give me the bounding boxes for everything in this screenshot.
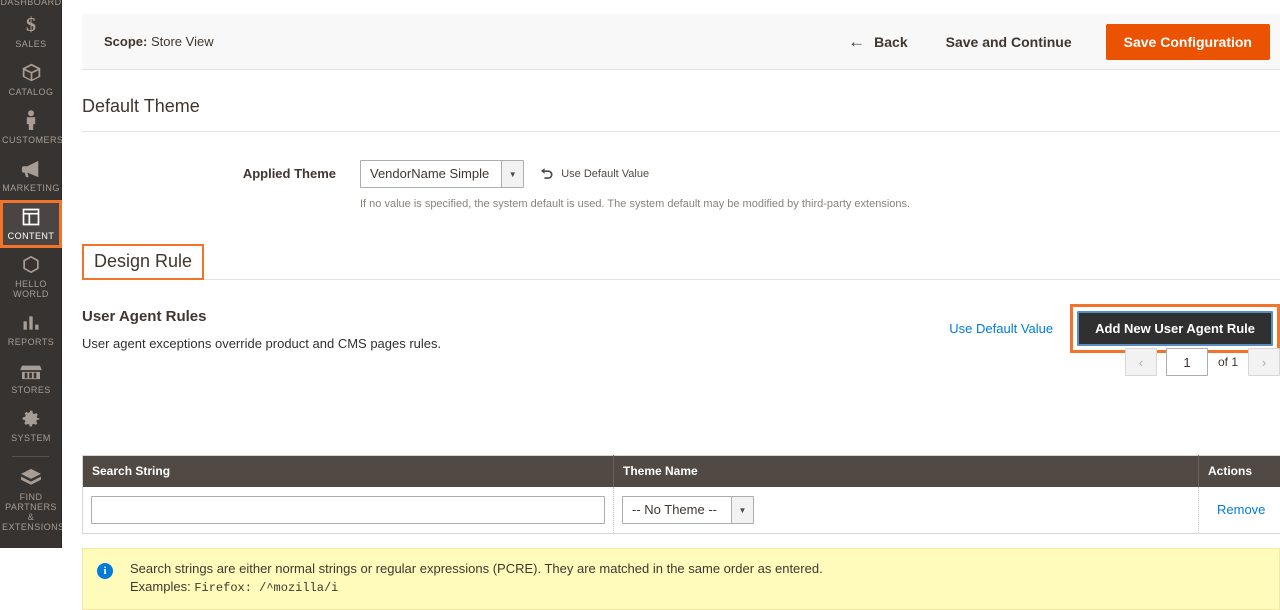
search-string-input[interactable] (91, 496, 605, 524)
next-page-button[interactable]: › (1248, 348, 1280, 376)
sidebar-item-catalog[interactable]: CATALOG (0, 56, 62, 104)
sidebar-item-label: SYSTEM (2, 433, 60, 443)
sidebar-item-label: STORES (2, 385, 60, 395)
notice-line-2: Examples: Firefox: /^mozilla/i (130, 579, 823, 596)
table-header-row: Search String Theme Name Actions (83, 456, 1280, 488)
theme-name-select-value: -- No Theme -- (623, 497, 731, 523)
package-icon (2, 467, 60, 489)
sidebar-item-dashboard[interactable]: DASHBOARD (0, 0, 62, 8)
sidebar-item-content[interactable]: CONTENT (0, 200, 62, 248)
previous-page-button[interactable]: ‹ (1125, 348, 1157, 376)
sidebar-item-stores[interactable]: STORES (0, 354, 62, 402)
applied-theme-label: Applied Theme (82, 160, 360, 188)
sidebar-item-label: DASHBOARD (0, 0, 62, 7)
sidebar-item-label: MARKETING (2, 183, 60, 193)
sidebar-item-customers[interactable]: CUSTOMERS (0, 104, 62, 152)
remove-rule-link[interactable]: Remove (1207, 502, 1265, 517)
main-content: Scope: Store View ← Back Save and Contin… (62, 0, 1280, 548)
sidebar-item-label: HELLO WORLD (2, 279, 60, 299)
info-icon: i (97, 563, 113, 579)
applied-theme-select[interactable]: VendorName Simple ▼ (360, 160, 524, 188)
layout-icon (2, 206, 60, 228)
cell-search-string (83, 487, 614, 534)
sidebar-item-find-partners-extensions[interactable]: FIND PARTNERS & EXTENSIONS (0, 461, 62, 539)
theme-name-select[interactable]: -- No Theme -- ▼ (622, 496, 754, 524)
design-rule-section-title[interactable]: Design Rule (82, 244, 204, 280)
back-button[interactable]: ← Back (832, 25, 923, 58)
page-actions-buttons: ← Back Save and Continue Save Configurat… (832, 24, 1270, 60)
svg-text:$: $ (26, 14, 36, 35)
design-rule-header: Design Rule (82, 244, 1280, 280)
admin-sidebar: DASHBOARD $ SALES CATALOG CUSTOMERS MARK… (0, 0, 62, 548)
column-header-actions: Actions (1199, 456, 1280, 488)
hexagon-icon (2, 254, 60, 276)
search-string-notice: i Search strings are either normal strin… (82, 548, 1280, 610)
chevron-down-icon: ▼ (731, 497, 753, 523)
use-default-value-toggle[interactable]: Use Default Value (540, 160, 649, 188)
sidebar-item-system[interactable]: SYSTEM (0, 402, 62, 450)
user-agent-rules-actions: Use Default Value Add New User Agent Rul… (949, 304, 1280, 353)
notice-examples-label: Examples: (130, 579, 191, 594)
user-agent-rules-table: Search String Theme Name Actions -- No T… (82, 455, 1280, 534)
undo-arrow-icon (540, 167, 554, 182)
add-new-user-agent-rule-button[interactable]: Add New User Agent Rule (1077, 311, 1273, 346)
sidebar-item-marketing[interactable]: MARKETING (0, 152, 62, 200)
person-icon (2, 110, 60, 132)
sidebar-item-sales[interactable]: $ SALES (0, 8, 62, 56)
default-theme-section-title: Default Theme (82, 86, 1280, 132)
table-body: -- No Theme -- ▼ Remove (83, 487, 1280, 534)
applied-theme-control: VendorName Simple ▼ Use Default Value If… (360, 160, 910, 210)
chevron-down-icon: ▼ (501, 161, 523, 187)
scope-label: Scope: (104, 34, 147, 49)
page-total-label: of 1 (1218, 355, 1238, 369)
sidebar-item-label: CUSTOMERS (2, 135, 60, 145)
applied-theme-field-row: Applied Theme VendorName Simple ▼ Use De… (82, 132, 1280, 210)
notice-body: Search strings are either normal strings… (130, 561, 823, 596)
sidebar-item-label: REPORTS (2, 337, 60, 347)
scope-indicator: Scope: Store View (104, 34, 214, 49)
back-button-label: Back (874, 34, 907, 50)
sidebar-item-label: SALES (2, 39, 60, 49)
save-and-continue-button[interactable]: Save and Continue (924, 26, 1094, 58)
page-number-input[interactable] (1166, 348, 1208, 376)
arrow-left-icon: ← (848, 33, 865, 50)
cell-actions: Remove (1199, 487, 1280, 534)
box-icon (2, 62, 60, 84)
column-header-theme-name: Theme Name (614, 456, 1199, 488)
dollar-icon: $ (2, 14, 60, 36)
sidebar-item-label: FIND PARTNERS & EXTENSIONS (2, 492, 60, 532)
save-configuration-button[interactable]: Save Configuration (1106, 24, 1270, 60)
page-actions-bar: Scope: Store View ← Back Save and Contin… (82, 14, 1280, 70)
column-header-search-string: Search String (83, 456, 614, 488)
notice-example-code: Firefox: /^mozilla/i (194, 581, 338, 595)
pagination-controls: ‹ of 1 › (1125, 348, 1280, 376)
bar-chart-icon (2, 312, 60, 334)
gear-icon (2, 408, 60, 430)
sidebar-item-hello-world[interactable]: HELLO WORLD (0, 248, 62, 306)
sidebar-item-label: CATALOG (2, 87, 60, 97)
add-rule-highlight-box: Add New User Agent Rule (1070, 304, 1280, 353)
applied-theme-select-value: VendorName Simple (361, 161, 501, 187)
storefront-icon (2, 360, 60, 382)
notice-line-1: Search strings are either normal strings… (130, 561, 823, 577)
table-header: Search String Theme Name Actions (83, 456, 1280, 488)
user-agent-rules-block: User Agent Rules User agent exceptions o… (82, 280, 1280, 610)
configuration-sections: Default Theme Applied Theme VendorName S… (82, 86, 1280, 610)
sidebar-divider (12, 456, 49, 457)
cell-theme-name: -- No Theme -- ▼ (614, 487, 1199, 534)
use-default-value-label: Use Default Value (561, 168, 649, 180)
sidebar-item-reports[interactable]: REPORTS (0, 306, 62, 354)
megaphone-icon (2, 158, 60, 180)
table-row: -- No Theme -- ▼ Remove (83, 487, 1280, 534)
applied-theme-note: If no value is specified, the system def… (360, 198, 910, 210)
user-agent-rules-use-default-link[interactable]: Use Default Value (949, 321, 1053, 336)
sidebar-item-label: CONTENT (2, 231, 60, 241)
scope-value: Store View (151, 34, 214, 49)
